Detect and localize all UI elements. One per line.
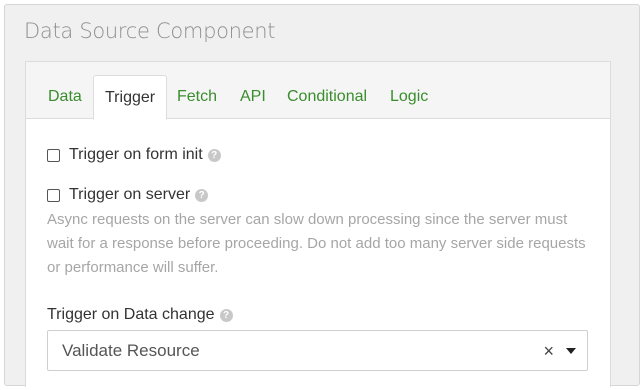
chevron-down-icon[interactable] bbox=[566, 348, 576, 354]
help-icon[interactable]: ? bbox=[207, 148, 221, 162]
trigger-form-init-checkbox[interactable] bbox=[47, 148, 60, 162]
trigger-server-row[interactable]: Trigger on server ? bbox=[47, 186, 209, 204]
clear-icon[interactable]: × bbox=[543, 341, 554, 362]
server-description: Async requests on the server can slow do… bbox=[47, 211, 586, 276]
help-icon[interactable]: ? bbox=[195, 188, 209, 202]
trigger-data-change-row: Trigger on Data change ? bbox=[47, 306, 233, 324]
tab-bar: Data Trigger Fetch API Conditional Logic bbox=[26, 62, 610, 120]
page-title: Data Source Component bbox=[24, 19, 276, 43]
help-icon[interactable]: ? bbox=[219, 308, 233, 322]
tab-conditional[interactable]: Conditional bbox=[276, 75, 378, 119]
trigger-server-label: Trigger on server bbox=[69, 186, 191, 203]
tab-logic[interactable]: Logic bbox=[379, 75, 439, 119]
component-settings-window: Data Source Component Data Trigger Fetch… bbox=[4, 4, 640, 387]
tab-data[interactable]: Data bbox=[37, 75, 93, 119]
settings-panel: Data Trigger Fetch API Conditional Logic… bbox=[25, 61, 611, 387]
tab-trigger[interactable]: Trigger bbox=[93, 75, 168, 120]
trigger-form-init-row[interactable]: Trigger on form init ? bbox=[47, 146, 221, 164]
tab-api[interactable]: API bbox=[229, 75, 277, 119]
trigger-data-change-label: Trigger on Data change bbox=[47, 306, 215, 323]
trigger-data-change-select[interactable]: Validate Resource × bbox=[47, 330, 588, 371]
trigger-form-init-label: Trigger on form init bbox=[69, 146, 203, 163]
selected-value: Validate Resource bbox=[62, 341, 200, 360]
trigger-server-checkbox[interactable] bbox=[47, 188, 60, 202]
tab-fetch[interactable]: Fetch bbox=[166, 75, 228, 119]
